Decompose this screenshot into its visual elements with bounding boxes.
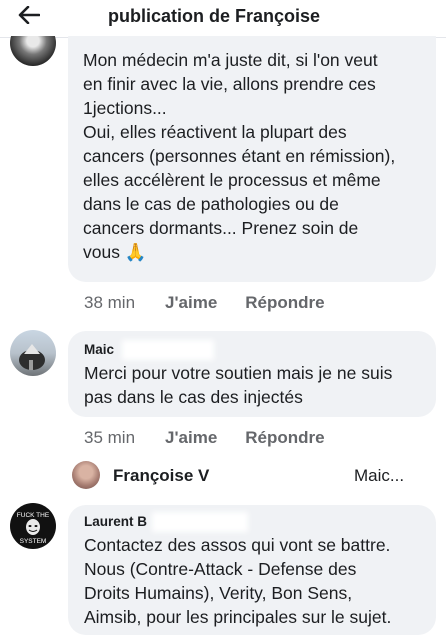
reply-target: Maic... [354,466,405,485]
reply-preview[interactable]: Françoise V Maic... [72,460,432,490]
like-button[interactable]: J'aime [165,428,217,448]
back-button[interactable] [14,2,44,28]
reply-button[interactable]: Répondre [245,428,324,448]
avatar [72,461,100,489]
page-title: publication de Françoise [108,6,321,26]
avatar-text-top: FUCK THE [17,512,50,519]
like-button[interactable]: J'aime [165,293,217,313]
comment-actions: 35 min J'aime Répondre [84,428,325,448]
avatar-text-bottom: SYSTEM [20,538,47,545]
comment-text: Merci pour votre soutien mais je ne suis… [84,363,393,407]
avatar-image: FUCK THE SYSTEM [17,512,50,545]
avatar[interactable] [10,330,56,376]
comment-author[interactable]: Maic [84,342,114,357]
top-bar: publication de Françoise [0,0,446,36]
reply-author: Françoise V [113,466,210,485]
comment-bubble[interactable]: Mon médecin m'a juste dit, si l'on veut … [68,20,436,282]
reply-button[interactable]: Répondre [245,293,324,313]
redaction [152,512,248,532]
redaction [122,340,214,360]
comment-time: 38 min [84,293,136,312]
redaction [222,464,342,486]
comment-time: 35 min [84,428,136,447]
comment-text: Contactez des assos qui vont se battre. … [84,535,392,627]
avatar-image [19,344,45,370]
arrow-left-icon [18,6,40,24]
comment-bubble[interactable]: Maic Merci pour votre soutien mais je ne… [68,331,436,417]
comment-actions: 38 min J'aime Répondre [84,293,325,313]
comment-text: Mon médecin m'a juste dit, si l'on veut … [83,50,396,262]
avatar[interactable]: FUCK THE SYSTEM [10,503,56,549]
comment-author[interactable]: Laurent B [84,514,147,529]
comment-bubble[interactable]: Laurent B Contactez des assos qui vont s… [68,505,436,635]
